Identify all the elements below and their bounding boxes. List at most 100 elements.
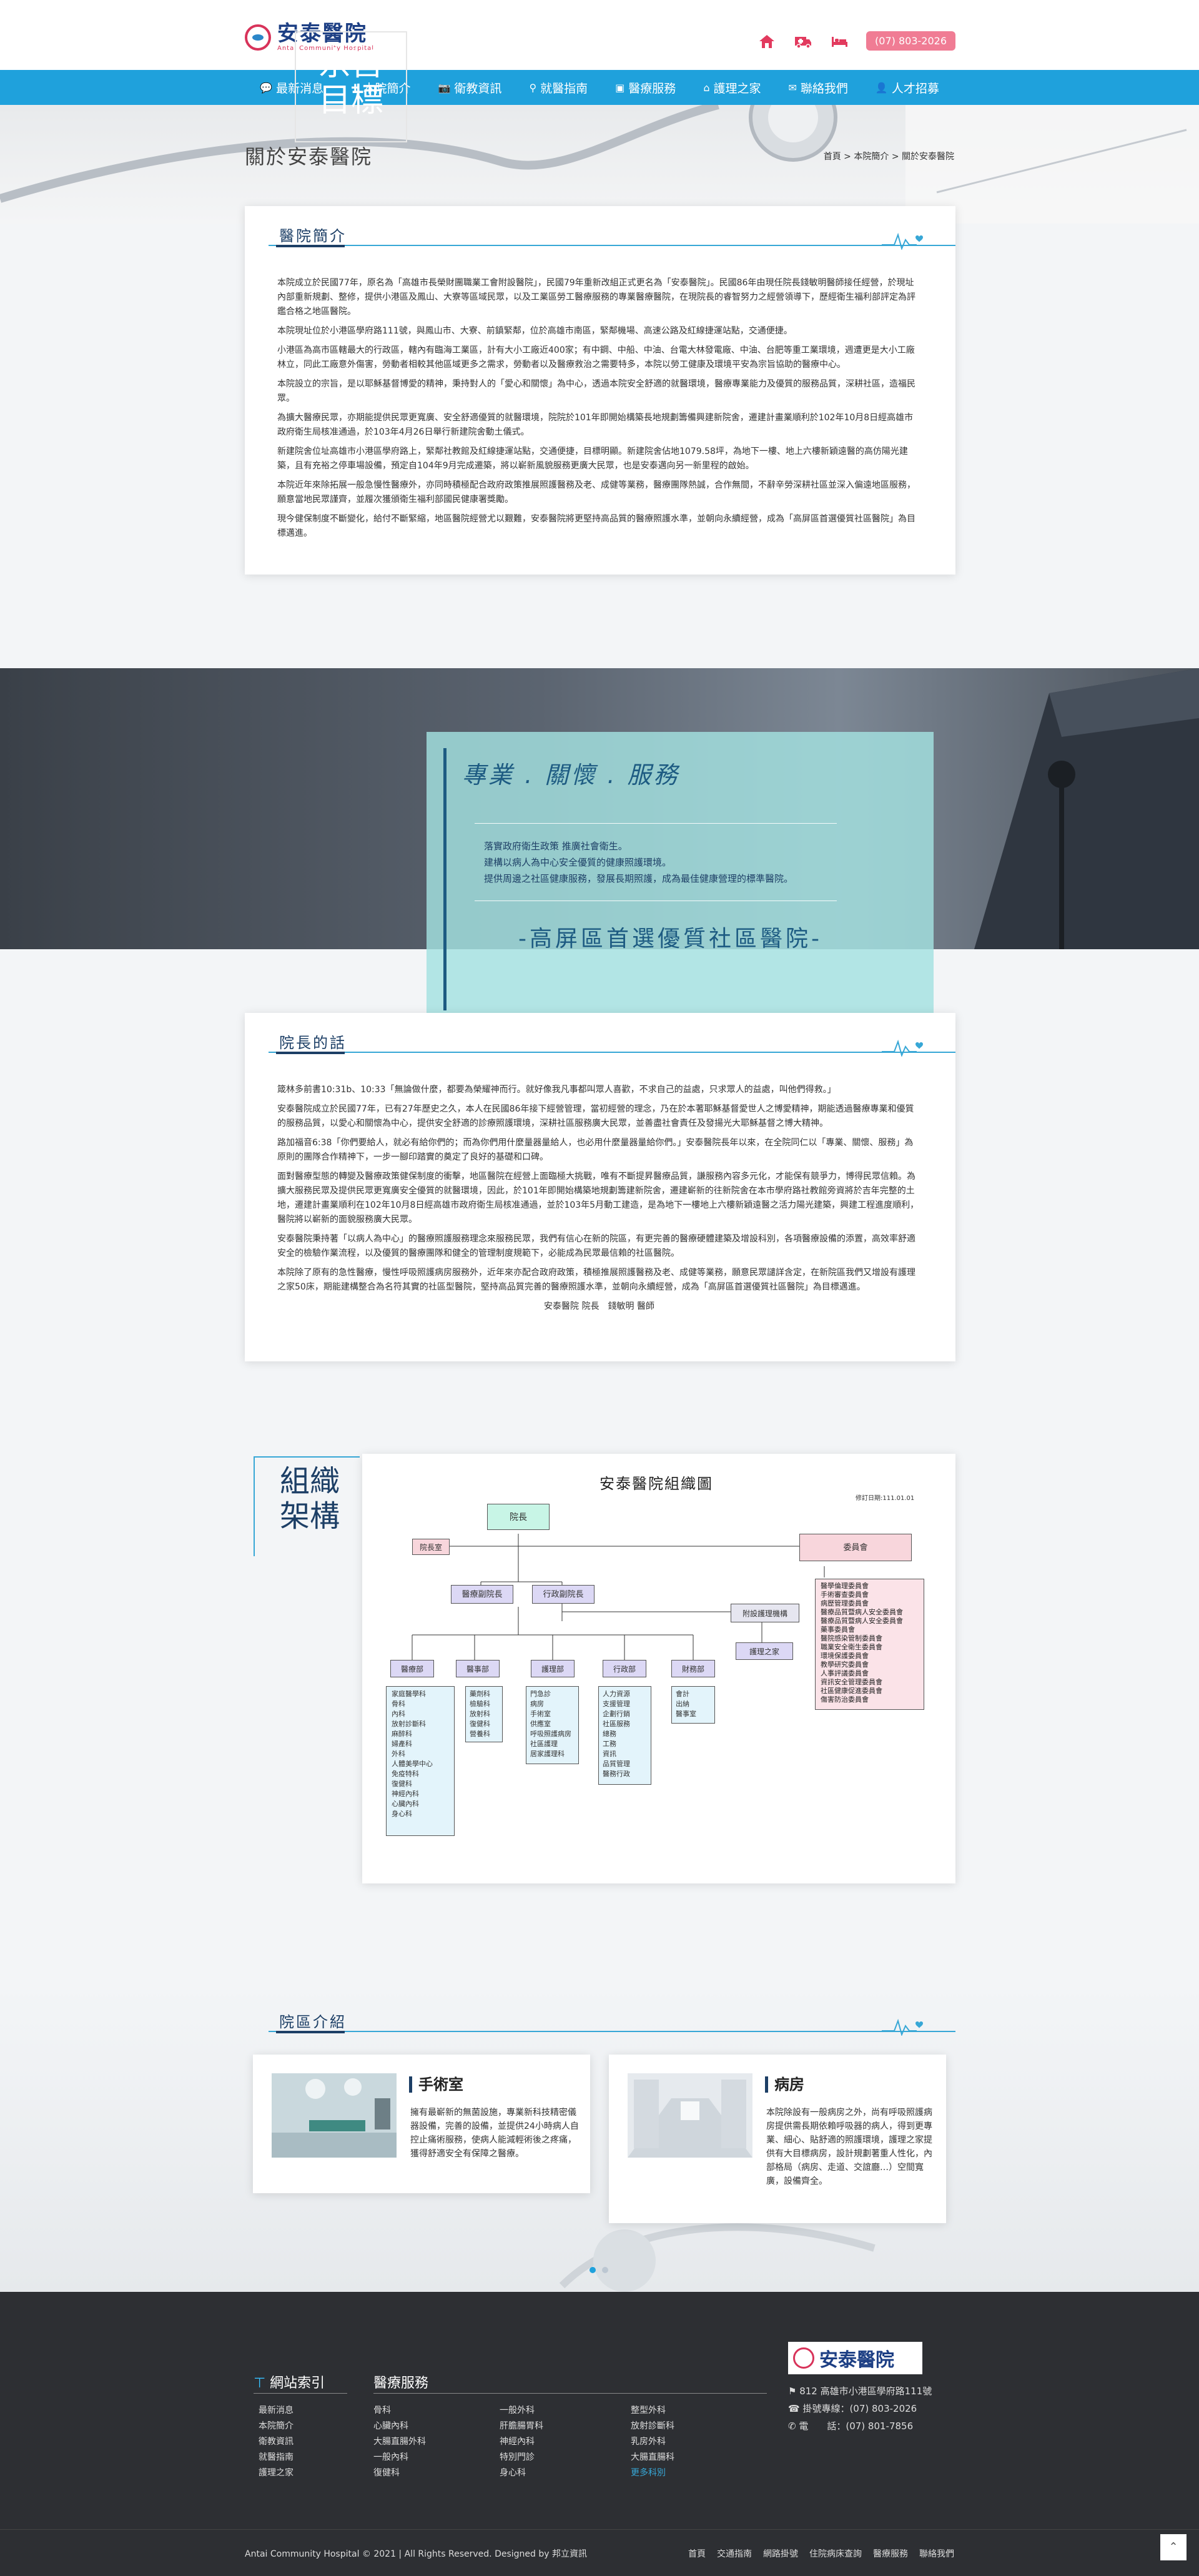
home-icon: ⌂: [703, 81, 710, 94]
footer-reg-phone: ☎ 掛號專線：(07) 803-2026: [788, 2403, 917, 2414]
footer-link[interactable]: 神經內科: [500, 2434, 543, 2450]
footer-link[interactable]: 大腸直腸外科: [373, 2434, 426, 2450]
org-label: 組織 架構: [254, 1456, 360, 1556]
phone-icon: ☎: [788, 2403, 803, 2414]
footer-address: ⚑ 812 高雄市小港區學府路111號: [788, 2386, 932, 2397]
chevron-up-icon: ⌃: [1168, 2540, 1178, 2554]
org-finance-items: 會計 出納 醫事室: [671, 1686, 715, 1724]
area-title: 手術室: [409, 2076, 463, 2093]
footer-more-link[interactable]: 更多科別: [631, 2465, 674, 2481]
footer-services-col3: 整型外科 放射診斷科 乳房外科 大腸直腸科 更多科別: [631, 2403, 674, 2481]
footer-link[interactable]: 肝膽腸胃科: [500, 2419, 543, 2434]
mission-accent-bar: [443, 748, 447, 1010]
location-icon: ⚑: [788, 2386, 800, 2397]
section-title: 醫院簡介: [279, 227, 347, 245]
footer-services-title: 醫療服務: [373, 2376, 429, 2391]
map-pin-icon: ⚲: [529, 81, 537, 94]
footer-link[interactable]: 一般內科: [373, 2450, 426, 2465]
footer-link[interactable]: 網路掛號: [763, 2547, 798, 2560]
director-message-section: 院長的話 箴林多前書10:31b、10:33「無論做什麼，都要為榮耀神而行。就好…: [245, 1013, 955, 1361]
org-node-secretary: 院長室: [412, 1539, 450, 1555]
site-footer: ⊤ 網站索引 最新消息 本院簡介 衛教資訊 就醫指南 護理之家 醫療服務 骨科 …: [0, 2292, 1199, 2529]
footer-link[interactable]: 特別門診: [500, 2450, 543, 2465]
mission-goal: -高屏區首選優質社區醫院-: [518, 926, 822, 952]
operating-room-photo: [272, 2073, 397, 2158]
org-node-vp-admin: 行政副院長: [532, 1585, 595, 1604]
area-title: 病房: [765, 2076, 804, 2093]
org-committee-list: 醫學倫理委員會 手術審查委員會 病歷管理委員會 醫療品質暨病人安全委員會 醫療品…: [815, 1579, 924, 1710]
footer-link[interactable]: 住院病床查詢: [809, 2547, 862, 2560]
footer-bottom-links: 首頁 交通指南 網路掛號 住院病床查詢 醫療服務 聯絡我們: [688, 2547, 954, 2560]
footer-link[interactable]: 護理之家: [259, 2465, 294, 2481]
footer-link[interactable]: 首頁: [688, 2547, 706, 2560]
nav-item-visit-guide[interactable]: ⚲ 就醫指南: [515, 79, 601, 96]
footer-link[interactable]: 心臟內科: [373, 2419, 426, 2434]
org-chart-card: 安泰醫院組織圖 修訂日期:111.01.01 院長 院長室 委員會 醫療副院長 …: [362, 1454, 955, 1883]
area-card-operating-room[interactable]: 手術室 擁有最嶄新的無菌設施，專業新科技精密儀器設備，完善的設備，並提供24小時…: [253, 2055, 590, 2193]
nav-item-health-education[interactable]: 📷 衛教資訊: [425, 79, 516, 96]
phone-icon: ✆: [788, 2421, 799, 2432]
footer-link[interactable]: 大腸直腸科: [631, 2450, 674, 2465]
nav-item-contact[interactable]: ✉ 聯絡我們: [774, 79, 861, 96]
area-description: 擁有最嶄新的無菌設施，專業新科技精密儀器設備，完善的設備，並提供24小時病人自控…: [410, 2108, 579, 2159]
footer-link[interactable]: 放射診斷科: [631, 2419, 674, 2434]
carousel-dot[interactable]: [590, 2267, 596, 2273]
carousel-dots: [590, 2267, 608, 2273]
org-dept-nursing: 護理部: [531, 1660, 575, 1677]
org-node-president: 院長: [487, 1504, 550, 1530]
org-node-vp-medical: 醫療副院長: [451, 1585, 513, 1604]
org-dept-admin: 行政部: [603, 1660, 646, 1677]
site-header: 安泰醫院 Antai Community Hospital (07) 803-2…: [0, 0, 1199, 70]
nav-item-careers[interactable]: 👤 人才招募: [862, 79, 953, 96]
mail-icon: ✉: [788, 81, 797, 94]
footer-link[interactable]: 身心科: [500, 2465, 543, 2481]
footer-link[interactable]: 本院簡介: [259, 2419, 294, 2434]
user-add-icon: 👤: [875, 81, 888, 94]
org-admin-items: 人力資源 支援管理 企劃行銷 社區服務 總務 工務 資訊 品質管理 醫務行政: [598, 1686, 651, 1785]
footer-sitemap-links: 最新消息 本院簡介 衛教資訊 就醫指南 護理之家: [259, 2403, 294, 2481]
copyright: Antai Community Hospital © 2021 | All Ri…: [245, 2549, 587, 2559]
logo-emblem-icon: [793, 2347, 814, 2369]
org-dept-medtech: 醫事部: [456, 1660, 500, 1677]
section-title: 院區介紹: [279, 2013, 347, 2031]
footer-link[interactable]: 醫療服務: [873, 2547, 908, 2560]
doctor-icon: ▣: [615, 81, 625, 94]
footer-link[interactable]: 復健科: [373, 2465, 426, 2481]
footer-link[interactable]: 衛教資訊: [259, 2434, 294, 2450]
footer-link[interactable]: 交通指南: [717, 2547, 752, 2560]
mission-label: 宗旨 目標: [295, 31, 407, 142]
main-nav: 💬 最新消息 ✚ 本院簡介 📷 衛教資訊 ⚲ 就醫指南 ▣ 醫療服務 ⌂ 護理之家 ✉ 聯絡我…: [0, 70, 1199, 105]
footer-link[interactable]: 一般外科: [500, 2403, 543, 2419]
footer-link[interactable]: 骨科: [373, 2403, 426, 2419]
org-nursing-items: 門急診 病房 手術室 供應室 呼吸照護病房 社區護理 居家護理科: [526, 1686, 579, 1764]
page-title: 關於安泰醫院: [245, 145, 373, 169]
footer-link[interactable]: 乳房外科: [631, 2434, 674, 2450]
back-to-top-button[interactable]: ⌃: [1160, 2534, 1187, 2560]
nav-item-nursing-home[interactable]: ⌂ 護理之家: [689, 79, 774, 96]
director-text: 箴林多前書10:31b、10:33「無論做什麼，都要為榮耀神而行。就好像我凡事都…: [245, 1050, 955, 1314]
nav-item-medical-services[interactable]: ▣ 醫療服務: [601, 79, 689, 96]
heartbeat-icon: [882, 2018, 923, 2036]
phone-number-badge[interactable]: (07) 803-2026: [866, 31, 955, 51]
footer-link[interactable]: 聯絡我們: [919, 2547, 954, 2560]
intro-text: 本院成立於民國77年，原名為「高雄市長榮財團職業工會附設醫院」，民國79年重新改…: [277, 278, 915, 538]
home-icon[interactable]: [757, 33, 776, 49]
breadcrumb[interactable]: 首頁 > 本院簡介 > 關於安泰醫院: [824, 150, 954, 162]
director-signature: 安泰醫院 院長 錢敏明 醫師: [544, 1301, 654, 1311]
intro-section: 醫院簡介 本院成立於民國77年，原名為「高雄市長榮財團職業工會附設醫院」，民國7…: [245, 206, 955, 575]
heartbeat-icon: [882, 232, 923, 250]
logo-emblem-icon: [245, 24, 271, 51]
bed-icon[interactable]: [830, 33, 849, 49]
footer-link[interactable]: 就醫指南: [259, 2450, 294, 2465]
carousel-dot[interactable]: [602, 2267, 608, 2273]
org-node-nursing-institution: 附設護理機構: [731, 1604, 799, 1622]
org-medtech-items: 藥劑科 檢驗科 放射科 復健科 營養科: [465, 1686, 503, 1742]
camera-icon: 📷: [438, 81, 451, 94]
ward-corridor-photo: [628, 2073, 752, 2158]
footer-logo[interactable]: 安泰醫院: [788, 2342, 922, 2374]
area-card-ward[interactable]: 病房 本院除設有一般病房之外，尚有呼吸照護病房提供需長期依賴呼吸器的病人，得到更…: [609, 2055, 946, 2223]
footer-link[interactable]: 最新消息: [259, 2403, 294, 2419]
org-node-nursing-home: 護理之家: [736, 1642, 793, 1660]
footer-link[interactable]: 整型外科: [631, 2403, 674, 2419]
ambulance-icon[interactable]: [794, 33, 812, 49]
